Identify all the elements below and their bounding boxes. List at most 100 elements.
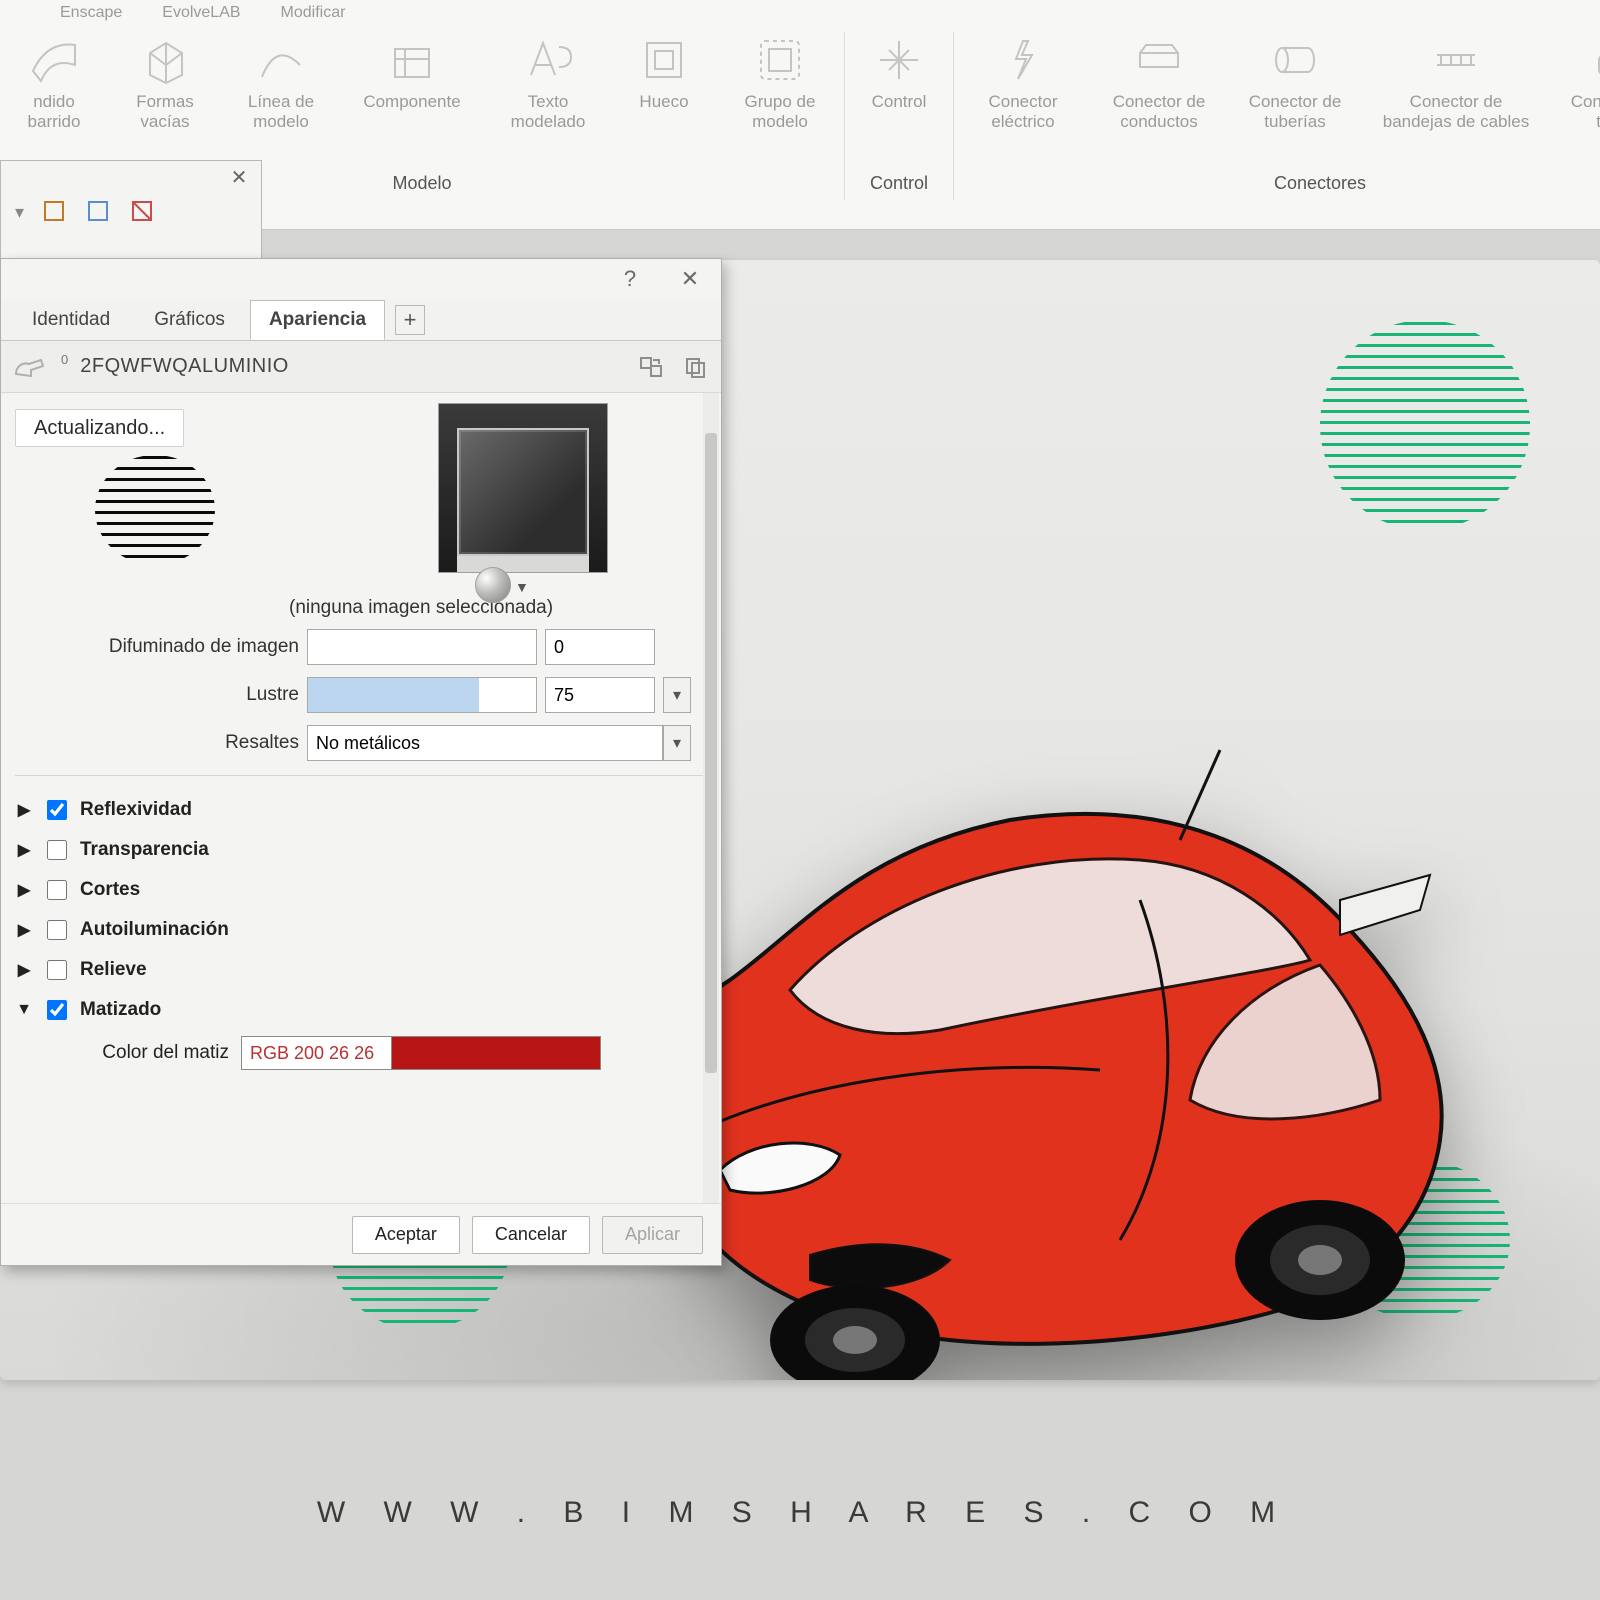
color-matiz-swatch[interactable] [392,1037,600,1069]
ribbon-btn-solido-barrido[interactable]: ndido barrido [14,32,94,131]
ribbon-btn-label: Control [872,92,927,112]
void-cube-icon [137,32,193,88]
input-difuminado-value[interactable] [545,629,655,665]
add-tab-button[interactable]: + [395,305,425,335]
label-color-matiz: Color del matiz [59,1042,229,1064]
menu-tab-enscape[interactable]: Enscape [60,4,122,22]
dialog-tabs: Identidad Gráficos Apariencia + [1,299,721,341]
decor-circle-dialog [95,455,215,565]
ribbon-btn-linea-modelo[interactable]: Línea de modelo [236,32,326,131]
section-reflexividad[interactable]: ▶ Reflexividad [15,790,707,830]
section-relieve[interactable]: ▶ Relieve [15,950,707,990]
menu-tab-evolvelab[interactable]: EvolveLAB [162,4,240,22]
chevron-down-icon: ▼ [15,1001,33,1019]
section-label: Relieve [80,959,147,981]
checkbox-transparencia[interactable] [47,840,67,860]
ribbon-group-conectores: Conector eléctrico Conector de conductos… [954,32,1600,200]
material-editor-dialog[interactable]: ? ✕ Identidad Gráficos Apariencia + 0 2F… [0,258,722,1266]
checkbox-relieve[interactable] [47,960,67,980]
sweep-icon [26,32,82,88]
section-matizado[interactable]: ▼ Matizado [15,990,707,1030]
palette-icon-2[interactable] [86,199,112,225]
label-resaltes: Resaltes [15,732,299,754]
ribbon-btn-hueco[interactable]: Hueco [624,32,704,112]
chevron-right-icon: ▶ [15,880,33,900]
palette-icon-3[interactable] [130,199,156,225]
ribbon-btn-label: Conector de conductos [1113,92,1206,131]
input-lustre-value[interactable] [545,677,655,713]
lustre-dropdown-button[interactable]: ▾ [663,677,691,713]
ribbon-btn-label: Hueco [639,92,688,112]
ribbon-btn-control[interactable]: Control [859,32,939,112]
help-icon[interactable]: ? [613,265,647,293]
opening-icon [636,32,692,88]
menu-tabs: Enscape EvolveLAB Modificar [0,0,1600,22]
ribbon-btn-label: Texto modelado [511,92,586,131]
tab-identidad[interactable]: Identidad [13,300,129,340]
label-lustre: Lustre [15,684,299,706]
row-color-matiz: Color del matiz RGB 200 26 26 [59,1036,707,1070]
palette-icon-1[interactable] [42,199,68,225]
slider-difuminado[interactable] [307,629,537,665]
checkbox-cortes[interactable] [47,880,67,900]
apply-button[interactable]: Aplicar [602,1216,703,1254]
ok-button[interactable]: Aceptar [352,1216,460,1254]
ribbon-btn-label: ndido barrido [28,92,81,131]
ribbon-btn-label: Conector de tuberías [1249,92,1342,131]
color-matiz-text: RGB 200 26 26 [242,1037,392,1069]
asset-header: 0 2FQWFWQALUMINIO [1,341,721,393]
menu-tab-modificar[interactable]: Modificar [281,4,346,22]
color-matiz-field[interactable]: RGB 200 26 26 [241,1036,601,1070]
asset-thumbnail[interactable] [438,403,608,573]
resaltes-dropdown-button[interactable]: ▾ [663,725,691,761]
ribbon-btn-grupo-modelo[interactable]: Grupo de modelo [730,32,830,131]
ribbon-btn-conector-tubos[interactable]: Conector de tubos [1562,32,1600,131]
ribbon-btn-conector-bandejas[interactable]: Conector de bandejas de cables [1376,32,1536,131]
ribbon-btn-formas-vacias[interactable]: Formas vacías [120,32,210,131]
ribbon-btn-componente[interactable]: Componente [352,32,472,112]
tab-graficos[interactable]: Gráficos [135,300,244,340]
ribbon-group-title: Control [870,173,928,200]
tab-apariencia[interactable]: Apariencia [250,300,385,340]
dialog-scrollbar[interactable] [703,393,719,1203]
section-cortes[interactable]: ▶ Cortes [15,870,707,910]
dialog-footer: Aceptar Cancelar Aplicar [1,1203,721,1265]
replace-asset-icon[interactable] [635,353,667,381]
checkbox-matizado[interactable] [47,1000,67,1020]
checkbox-autoiluminacion[interactable] [47,920,67,940]
ribbon-btn-conector-tuberias[interactable]: Conector de tuberías [1240,32,1350,131]
scrollbar-thumb[interactable] [705,433,717,1073]
ribbon-btn-conector-electrico[interactable]: Conector eléctrico [968,32,1078,131]
property-grid: Difuminado de imagen Lustre ▾ Resaltes ▾ [15,629,707,761]
chevron-down-icon[interactable]: ▼ [515,579,529,595]
close-icon[interactable]: ✕ [673,265,707,293]
section-autoiluminacion[interactable]: ▶ Autoiluminación [15,910,707,950]
ribbon-btn-label: Grupo de modelo [745,92,816,131]
chevron-down-icon[interactable]: ▾ [15,202,24,223]
dialog-titlebar[interactable]: ? ✕ [1,259,721,299]
close-icon[interactable]: ✕ [225,165,253,189]
select-resaltes[interactable] [307,725,663,761]
cancel-button[interactable]: Cancelar [472,1216,590,1254]
section-transparencia[interactable]: ▶ Transparencia [15,830,707,870]
section-label: Reflexividad [80,799,192,821]
separator [15,775,707,776]
slider-lustre[interactable] [307,677,537,713]
model-line-icon [253,32,309,88]
electrical-connector-icon [995,32,1051,88]
preview-shape-swatch[interactable] [475,567,511,603]
model-group-icon [752,32,808,88]
chevron-right-icon: ▶ [15,920,33,940]
dialog-body: Actualizando... ▼ (ninguna imagen selecc… [1,393,721,1203]
checkbox-reflexividad[interactable] [47,800,67,820]
ribbon-btn-label: Conector de tubos [1571,92,1600,131]
duplicate-asset-icon[interactable] [679,353,711,381]
ribbon-btn-texto-modelado[interactable]: Texto modelado [498,32,598,131]
ribbon-btn-conector-conductos[interactable]: Conector de conductos [1104,32,1214,131]
control-icon [871,32,927,88]
duct-connector-icon [1131,32,1187,88]
ribbon-group-title: Modelo [392,173,451,200]
mini-palette[interactable]: ✕ ▾ [0,160,262,260]
label-difuminado: Difuminado de imagen [15,636,299,658]
ribbon-group-title: Conectores [1274,173,1366,200]
